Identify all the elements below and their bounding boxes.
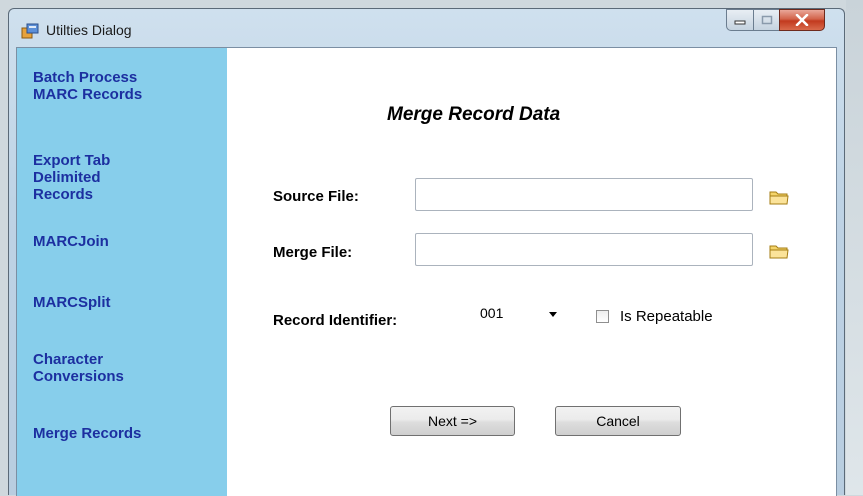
sidebar-item-merge-records[interactable]: Merge Records (33, 425, 141, 442)
maximize-button[interactable] (753, 9, 779, 31)
next-button[interactable]: Next => (390, 406, 515, 436)
title-bar[interactable]: Utilties Dialog (9, 9, 844, 47)
sidebar-item-character-conversions[interactable]: Character Conversions (33, 351, 124, 385)
sidebar-item-batch-process[interactable]: Batch Process MARC Records (33, 69, 142, 103)
utilities-dialog-window: Utilties Dialog Batch Process MARC Recor… (8, 8, 845, 496)
sidebar-item-marcjoin[interactable]: MARCJoin (33, 233, 109, 250)
source-file-input[interactable] (415, 178, 753, 211)
folder-icon[interactable] (769, 242, 789, 260)
sidebar: Batch Process MARC Records Export Tab De… (17, 48, 227, 496)
record-identifier-label: Record Identifier: (273, 312, 398, 329)
source-file-label: Source File: (273, 188, 359, 205)
is-repeatable-checkbox[interactable] (596, 310, 609, 323)
caret-down-icon (549, 312, 557, 317)
close-icon (795, 14, 809, 26)
maximize-icon (761, 15, 772, 25)
folder-icon[interactable] (769, 188, 789, 206)
page-title: Merge Record Data (387, 104, 561, 125)
dialog-client-area: Batch Process MARC Records Export Tab De… (16, 47, 837, 496)
is-repeatable-label: Is Repeatable (620, 308, 713, 325)
merge-file-input[interactable] (415, 233, 753, 266)
minimize-button[interactable] (726, 9, 753, 31)
utilities-app-icon (21, 23, 39, 39)
sidebar-item-export-tab-delimited[interactable]: Export Tab Delimited Records (33, 152, 110, 203)
window-title: Utilties Dialog (46, 22, 132, 38)
record-identifier-dropdown[interactable]: 001 (472, 301, 572, 331)
record-identifier-value: 001 (480, 305, 504, 321)
close-button[interactable] (779, 9, 825, 31)
sidebar-item-marcsplit[interactable]: MARCSplit (33, 294, 111, 311)
minimize-icon (734, 20, 746, 25)
cancel-button[interactable]: Cancel (555, 406, 681, 436)
desktop-background (846, 0, 863, 495)
merge-file-label: Merge File: (273, 244, 353, 261)
